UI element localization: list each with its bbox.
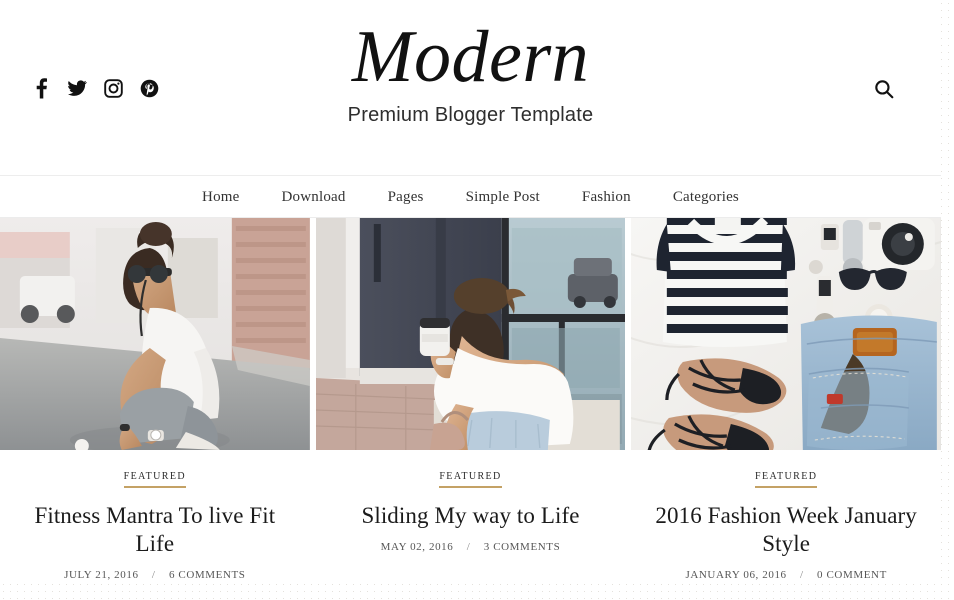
post-title-link[interactable]: 2016 Fashion Week January Style [655, 503, 917, 556]
post-title: 2016 Fashion Week January Style [645, 502, 927, 558]
post-comments-link[interactable]: 6 COMMENTS [169, 569, 246, 581]
meta-separator: / [466, 541, 471, 554]
post-body: FEATURED Fitness Mantra To live Fit Life… [0, 450, 310, 581]
nav-item-simple-post[interactable]: Simple Post [445, 187, 561, 207]
post-title: Fitness Mantra To live Fit Life [14, 502, 296, 558]
nav-item-download[interactable]: Download [261, 187, 367, 207]
post-comments-link[interactable]: 0 COMMENT [817, 569, 887, 581]
post-meta: JULY 21, 2016 / 6 COMMENTS [14, 569, 296, 581]
site-title[interactable]: Modern [0, 20, 941, 94]
post-thumbnail[interactable] [315, 218, 626, 450]
site-tagline: Premium Blogger Template [347, 104, 594, 127]
post-body: FEATURED 2016 Fashion Week January Style… [631, 450, 941, 581]
post-category-label[interactable]: FEATURED [123, 471, 186, 488]
meta-separator: / [151, 569, 156, 582]
page-container: Modern Premium Blogger Template Home Dow… [0, 0, 942, 582]
nav-link-home[interactable]: Home [181, 187, 260, 207]
post-thumbnail[interactable] [631, 218, 942, 450]
site-header: Modern Premium Blogger Template [0, 0, 941, 176]
post-body: FEATURED Sliding My way to Life MAY 02, … [316, 450, 626, 553]
site-branding: Modern Premium Blogger Template [0, 20, 941, 127]
nav-link-download[interactable]: Download [261, 187, 367, 207]
featured-post-grid: FEATURED Fitness Mantra To live Fit Life… [0, 218, 942, 582]
nav-link-simple-post[interactable]: Simple Post [445, 187, 561, 207]
nav-item-categories[interactable]: Categories [652, 187, 760, 207]
nav-item-home[interactable]: Home [181, 187, 260, 207]
post-title-link[interactable]: Sliding My way to Life [361, 503, 579, 528]
nav-link-categories[interactable]: Categories [652, 187, 760, 207]
nav-list: Home Download Pages Simple Post Fashion … [181, 187, 760, 207]
nav-item-pages[interactable]: Pages [367, 187, 445, 207]
nav-item-fashion[interactable]: Fashion [561, 187, 652, 207]
post-comments-link[interactable]: 3 COMMENTS [484, 541, 561, 553]
nav-link-fashion[interactable]: Fashion [561, 187, 652, 207]
post-title-link[interactable]: Fitness Mantra To live Fit Life [34, 503, 275, 556]
search-icon[interactable] [871, 76, 897, 102]
meta-separator: / [800, 569, 804, 582]
post-date: JULY 21, 2016 [64, 569, 139, 582]
post-thumbnail[interactable] [0, 218, 310, 450]
post-meta: JANUARY 06, 2016 / 0 COMMENT [645, 569, 927, 581]
post-card: FEATURED Sliding My way to Life MAY 02, … [315, 218, 626, 582]
post-meta: MAY 02, 2016 / 3 COMMENTS [330, 541, 612, 553]
post-card: FEATURED Fitness Mantra To live Fit Life… [0, 218, 310, 582]
post-date: MAY 02, 2016 [380, 541, 454, 554]
main-navigation: Home Download Pages Simple Post Fashion … [0, 176, 941, 218]
post-category-label[interactable]: FEATURED [439, 471, 502, 488]
post-card: FEATURED 2016 Fashion Week January Style… [631, 218, 942, 582]
post-category-label[interactable]: FEATURED [755, 471, 818, 488]
nav-link-pages[interactable]: Pages [367, 187, 445, 207]
post-title: Sliding My way to Life [330, 502, 612, 530]
post-date: JANUARY 06, 2016 [685, 569, 787, 582]
